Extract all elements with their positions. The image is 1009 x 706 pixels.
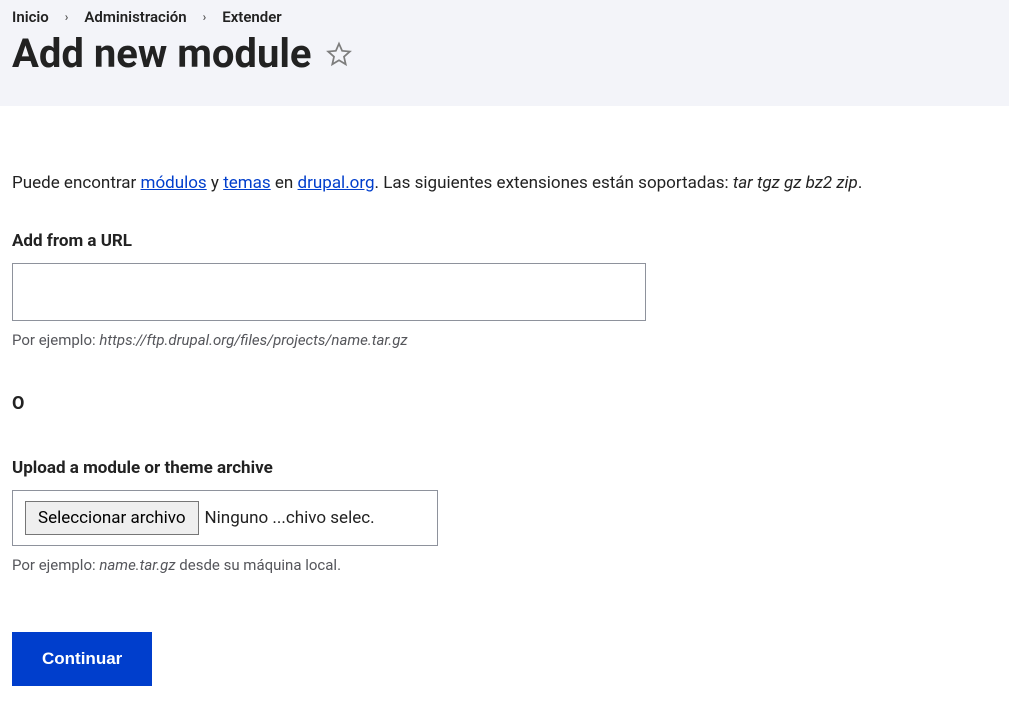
- upload-help-text: Por ejemplo: name.tar.gz desde su máquin…: [12, 556, 997, 574]
- breadcrumb-extend[interactable]: Extender: [222, 8, 281, 26]
- intro-text: Puede encontrar módulos y temas en drupa…: [12, 173, 997, 193]
- drupal-org-link[interactable]: drupal.org: [298, 173, 375, 193]
- url-help-text: Por ejemplo: https://ftp.drupal.org/file…: [12, 331, 997, 349]
- themes-link[interactable]: temas: [223, 173, 271, 193]
- chevron-right-icon: ›: [65, 10, 69, 24]
- file-input[interactable]: Seleccionar archivo Ninguno ...chivo sel…: [12, 490, 438, 546]
- or-divider: O: [12, 393, 997, 414]
- url-input[interactable]: [12, 263, 646, 321]
- upload-field-label: Upload a module or theme archive: [12, 458, 997, 478]
- supported-extensions: tar tgz gz bz2 zip: [733, 173, 858, 193]
- chevron-right-icon: ›: [203, 10, 207, 24]
- modules-link[interactable]: módulos: [141, 173, 207, 193]
- file-status-text: Ninguno ...chivo selec.: [205, 508, 375, 528]
- url-field-label: Add from a URL: [12, 231, 997, 251]
- select-file-button[interactable]: Seleccionar archivo: [25, 501, 199, 535]
- continue-button[interactable]: Continuar: [12, 632, 152, 686]
- breadcrumb-admin[interactable]: Administración: [84, 8, 186, 26]
- breadcrumb: Inicio › Administración › Extender: [12, 8, 997, 26]
- page-title: Add new module: [12, 32, 312, 76]
- breadcrumb-home[interactable]: Inicio: [12, 8, 49, 26]
- star-icon[interactable]: [326, 41, 352, 67]
